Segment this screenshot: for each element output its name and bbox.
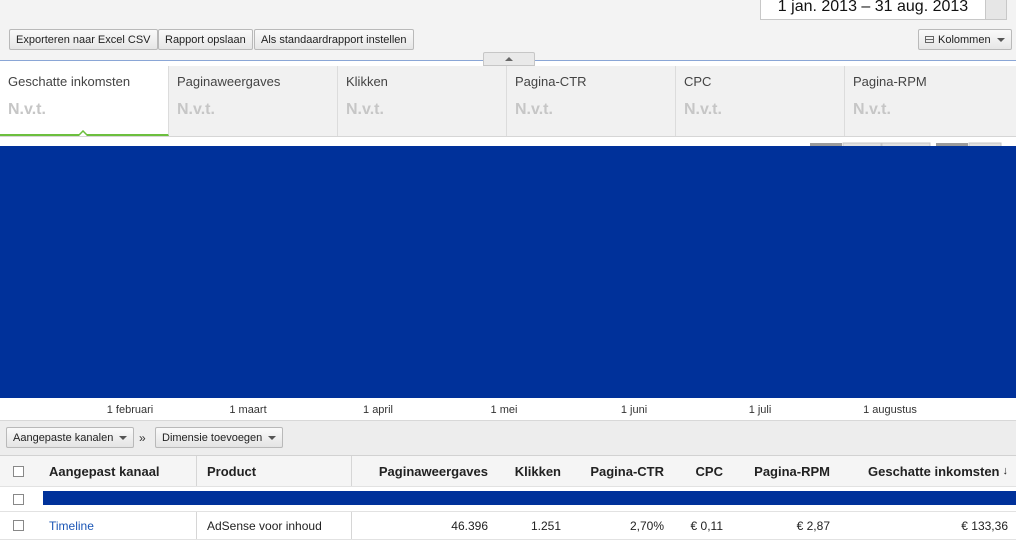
column-header-clicks[interactable]: Klikken bbox=[488, 456, 561, 486]
metric-label: Pagina-RPM bbox=[853, 74, 927, 89]
checkbox[interactable] bbox=[13, 465, 24, 477]
export-csv-label: Exporteren naar Excel CSV bbox=[16, 33, 151, 46]
date-range-picker[interactable]: 1 jan. 2013 – 31 aug. 2013 bbox=[760, 0, 986, 20]
metric-label: Geschatte inkomsten bbox=[8, 74, 131, 89]
table-header-row: Aangepast kanaal Product Paginaweergaves… bbox=[0, 456, 1016, 487]
metric-value: N.v.t. bbox=[515, 101, 553, 118]
save-report-label: Rapport opslaan bbox=[165, 33, 246, 46]
column-header-page-rpm[interactable]: Pagina-RPM bbox=[723, 456, 830, 486]
estimated-earnings-cell: € 133,36 bbox=[961, 518, 1008, 533]
metric-value: N.v.t. bbox=[346, 101, 384, 118]
date-range-text: 1 jan. 2013 – 31 aug. 2013 bbox=[777, 0, 969, 15]
chart-plot-area bbox=[0, 146, 1016, 398]
metric-tab-cpc[interactable]: CPC N.v.t. bbox=[676, 66, 845, 136]
x-tick-label: 1 juni bbox=[620, 404, 648, 416]
columns-icon bbox=[925, 36, 934, 43]
collapse-toggle[interactable] bbox=[483, 52, 535, 66]
column-header-page-ctr[interactable]: Pagina-CTR bbox=[561, 456, 664, 486]
sort-descending-icon: ↓ bbox=[1002, 465, 1009, 477]
metric-label: Paginaweergaves bbox=[177, 74, 281, 89]
custom-channels-label: Aangepaste kanalen bbox=[13, 431, 114, 444]
metric-tab-clicks[interactable]: Klikken N.v.t. bbox=[338, 66, 507, 136]
column-header-product[interactable]: Product bbox=[207, 456, 256, 486]
column-header-pageviews[interactable]: Paginaweergaves bbox=[352, 456, 488, 486]
checkbox[interactable] bbox=[13, 520, 24, 531]
column-header-estimated-earnings[interactable]: Geschatte inkomsten ↓ bbox=[830, 456, 1008, 486]
chevron-up-icon bbox=[505, 57, 513, 61]
chevron-down-icon bbox=[268, 435, 277, 440]
metric-label: CPC bbox=[684, 74, 712, 89]
active-tab-indicator bbox=[78, 130, 88, 136]
set-default-report-label: Als standaardrapport instellen bbox=[261, 33, 407, 46]
columns-label: Kolommen bbox=[938, 33, 991, 46]
page-rpm-cell: € 2,87 bbox=[796, 518, 830, 533]
report-table: Aangepast kanaal Product Paginaweergaves… bbox=[0, 456, 1016, 540]
column-header-channel[interactable]: Aangepast kanaal bbox=[49, 456, 160, 486]
select-all-checkbox[interactable] bbox=[13, 456, 24, 486]
dimension-filter-bar: Aangepaste kanalen » Dimensie toevoegen bbox=[0, 421, 1016, 456]
breadcrumb-separator: » bbox=[139, 431, 146, 445]
channel-link[interactable]: Timeline bbox=[49, 512, 94, 539]
pageviews-cell: 46.396 bbox=[451, 518, 488, 533]
metric-value: N.v.t. bbox=[853, 101, 891, 118]
metric-value: N.v.t. bbox=[177, 101, 215, 118]
column-divider bbox=[196, 456, 197, 486]
x-tick-label: 1 maart bbox=[229, 404, 267, 416]
row-highlight-bar bbox=[43, 491, 1016, 505]
metric-label: Klikken bbox=[346, 74, 388, 89]
x-tick-label: 1 augustus bbox=[863, 404, 917, 416]
metric-value: N.v.t. bbox=[8, 101, 46, 118]
x-tick-label: 1 februari bbox=[106, 404, 154, 416]
table-row: Timeline AdSense voor inhoud 46.396 1.25… bbox=[0, 512, 1016, 540]
page-ctr-cell: 2,70% bbox=[629, 518, 664, 533]
x-tick-label: 1 mei bbox=[490, 404, 518, 416]
product-cell: AdSense voor inhoud bbox=[207, 518, 322, 533]
table-row-highlight bbox=[0, 487, 1016, 512]
chart-x-axis: 1 februari 1 maart 1 april 1 mei 1 juni … bbox=[0, 398, 1016, 421]
columns-button[interactable]: Kolommen bbox=[918, 29, 1012, 50]
save-report-button[interactable]: Rapport opslaan bbox=[158, 29, 253, 50]
add-dimension-label: Dimensie toevoegen bbox=[162, 431, 263, 444]
row-checkbox[interactable] bbox=[13, 487, 24, 511]
row-checkbox[interactable] bbox=[13, 512, 24, 539]
metric-tabs: Geschatte inkomsten N.v.t. Paginaweergav… bbox=[0, 66, 1016, 137]
cpc-cell: € 0,11 bbox=[690, 518, 723, 533]
metric-tab-pageviews[interactable]: Paginaweergaves N.v.t. bbox=[169, 66, 338, 136]
x-tick-label: 1 april bbox=[363, 404, 393, 416]
custom-channels-dropdown[interactable]: Aangepaste kanalen bbox=[6, 427, 135, 448]
metric-label: Pagina-CTR bbox=[515, 74, 587, 89]
metric-value: N.v.t. bbox=[684, 101, 722, 118]
export-csv-button[interactable]: Exporteren naar Excel CSV bbox=[9, 29, 158, 50]
date-range-dropdown-button[interactable] bbox=[985, 0, 1007, 20]
metric-tab-page-rpm[interactable]: Pagina-RPM N.v.t. bbox=[845, 66, 1016, 136]
clicks-cell: 1.251 bbox=[530, 518, 561, 533]
column-divider bbox=[196, 512, 197, 539]
chevron-down-icon bbox=[119, 435, 128, 440]
chevron-down-icon bbox=[996, 37, 1005, 42]
x-tick-label: 1 juli bbox=[748, 404, 772, 416]
column-header-cpc[interactable]: CPC bbox=[664, 456, 723, 486]
checkbox[interactable] bbox=[13, 493, 24, 505]
add-dimension-dropdown[interactable]: Dimensie toevoegen bbox=[155, 427, 284, 448]
metric-tab-page-ctr[interactable]: Pagina-CTR N.v.t. bbox=[507, 66, 676, 136]
set-default-report-button[interactable]: Als standaardrapport instellen bbox=[254, 29, 414, 50]
column-header-label: Geschatte inkomsten bbox=[868, 463, 1000, 479]
metric-tab-estimated-earnings[interactable]: Geschatte inkomsten N.v.t. bbox=[0, 66, 169, 136]
